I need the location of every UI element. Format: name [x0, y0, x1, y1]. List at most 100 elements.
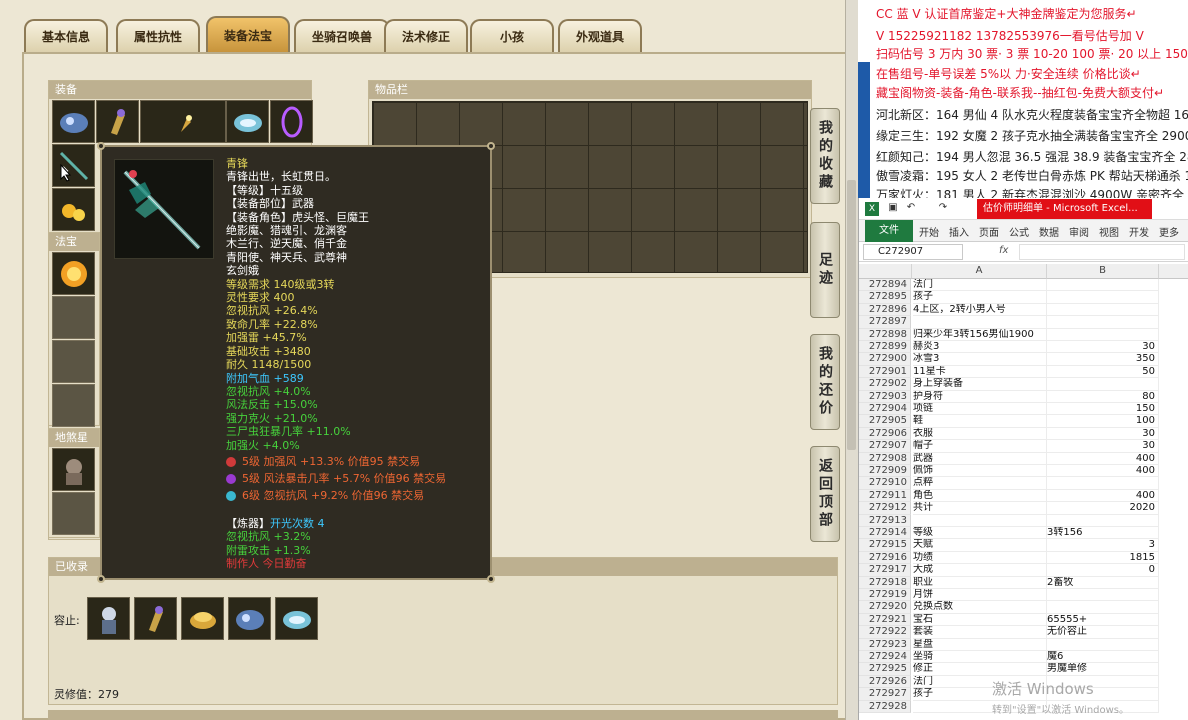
- cell-a[interactable]: 套装: [913, 626, 1047, 639]
- cell-b[interactable]: 400: [1047, 465, 1159, 478]
- cell-b[interactable]: 1815: [1047, 551, 1159, 565]
- row-number[interactable]: 272909: [859, 465, 911, 478]
- cell-a[interactable]: 兑换点数: [913, 601, 1047, 614]
- ribbon-tab-review[interactable]: 审阅: [1069, 224, 1089, 239]
- cell-a[interactable]: 功绩: [913, 551, 1047, 565]
- column-header-b[interactable]: B: [1047, 264, 1159, 279]
- row-number[interactable]: 272911: [859, 489, 911, 503]
- equip-slot-hat[interactable]: [52, 100, 95, 143]
- cell-b[interactable]: 65555+: [1047, 613, 1159, 627]
- name-box[interactable]: C272907: [863, 244, 963, 260]
- equip-slot-character[interactable]: [140, 100, 226, 143]
- back-to-top-button[interactable]: 返回顶部: [810, 446, 840, 542]
- cell-b[interactable]: 无价容止: [1047, 626, 1159, 639]
- talisman-slot-1[interactable]: [52, 448, 95, 491]
- collected-item-1[interactable]: [87, 597, 130, 640]
- row-number[interactable]: 272920: [859, 601, 911, 614]
- cell-b[interactable]: 魔6: [1047, 651, 1159, 664]
- cell-a[interactable]: 职业: [913, 576, 1047, 589]
- cell-b[interactable]: 3: [1047, 539, 1159, 552]
- row-number[interactable]: 272902: [859, 378, 911, 391]
- row-number[interactable]: 272906: [859, 427, 911, 441]
- undo-icon[interactable]: ↶: [905, 202, 917, 214]
- collected-item-4[interactable]: [228, 597, 271, 640]
- cell-a[interactable]: 佩饰: [913, 465, 1047, 478]
- cell-a[interactable]: 项链: [913, 403, 1047, 416]
- cell-a[interactable]: 孩子: [913, 291, 1047, 304]
- row-number[interactable]: 272916: [859, 551, 911, 565]
- row-number[interactable]: 272912: [859, 502, 911, 515]
- cell-a[interactable]: 帽子: [913, 440, 1047, 453]
- row-number[interactable]: 272901: [859, 365, 911, 379]
- equip-slot-weapon[interactable]: [52, 144, 95, 187]
- row-number[interactable]: 272907: [859, 440, 911, 453]
- cell-a[interactable]: 星盘: [913, 638, 1047, 651]
- cell-b[interactable]: [1047, 638, 1159, 651]
- magic-slot-1[interactable]: [52, 252, 95, 295]
- row-number[interactable]: 272905: [859, 415, 911, 428]
- tab-attributes[interactable]: 属性抗性: [116, 19, 200, 52]
- row-number[interactable]: 272897: [859, 316, 911, 329]
- collected-item-5[interactable]: [275, 597, 318, 640]
- cell-b[interactable]: 400: [1047, 489, 1159, 503]
- magic-slot-2[interactable]: [52, 296, 95, 339]
- my-counter-offer-button[interactable]: 我的还价: [810, 334, 840, 430]
- cell-b[interactable]: 2畜牧: [1047, 576, 1159, 589]
- cell-a[interactable]: [913, 316, 1047, 329]
- save-icon[interactable]: ▣: [887, 202, 899, 214]
- fx-icon[interactable]: fx: [999, 245, 1008, 256]
- cell-a[interactable]: 赫炎3: [913, 341, 1047, 354]
- cell-a[interactable]: 天赋: [913, 539, 1047, 552]
- cell-b[interactable]: [1047, 378, 1159, 391]
- cell-a[interactable]: 等级: [913, 527, 1047, 540]
- column-header-a[interactable]: A: [912, 264, 1047, 279]
- cell-a[interactable]: 衣服: [913, 427, 1047, 441]
- tab-mounts[interactable]: 坐骑召唤兽: [294, 19, 390, 52]
- row-number[interactable]: 272917: [859, 564, 911, 577]
- footprint-button[interactable]: 足迹: [810, 222, 840, 318]
- cell-a[interactable]: 鞋: [913, 415, 1047, 428]
- cell-b[interactable]: 0: [1047, 564, 1159, 577]
- row-number[interactable]: 272918: [859, 576, 911, 589]
- collected-item-3[interactable]: [181, 597, 224, 640]
- cell-b[interactable]: [1047, 477, 1159, 490]
- formula-input[interactable]: [1019, 244, 1185, 260]
- cell-b[interactable]: 400: [1047, 452, 1159, 465]
- row-number[interactable]: 272904: [859, 403, 911, 416]
- tab-equipment[interactable]: 装备法宝: [206, 16, 290, 52]
- column-header-c[interactable]: [1159, 264, 1188, 279]
- cell-b[interactable]: 100: [1047, 415, 1159, 428]
- cell-a[interactable]: 大成: [913, 564, 1047, 577]
- cell-a[interactable]: 武器: [913, 452, 1047, 465]
- cell-a[interactable]: 修正: [913, 663, 1047, 676]
- cell-a[interactable]: 归来少年3转156男仙1900: [913, 328, 1047, 341]
- cell-b[interactable]: 2020: [1047, 502, 1159, 515]
- row-number[interactable]: 272925: [859, 663, 911, 676]
- row-number[interactable]: 272913: [859, 514, 911, 527]
- ribbon-tab-file[interactable]: 文件: [865, 220, 913, 242]
- cell-b[interactable]: 3转156: [1047, 527, 1159, 540]
- cell-b[interactable]: [1047, 514, 1159, 527]
- row-number[interactable]: 272927: [859, 688, 911, 701]
- ribbon-tab-view[interactable]: 视图: [1099, 224, 1119, 239]
- ribbon-tab-home[interactable]: 开始: [919, 224, 939, 239]
- cell-b[interactable]: 男魔单修: [1047, 663, 1159, 676]
- cell-b[interactable]: 150: [1047, 403, 1159, 416]
- equip-slot-amulet[interactable]: [96, 100, 139, 143]
- cell-b[interactable]: [1047, 291, 1159, 304]
- row-number[interactable]: 272894: [859, 279, 911, 292]
- row-number[interactable]: 272926: [859, 675, 911, 689]
- cell-a[interactable]: 11星卡: [913, 365, 1047, 379]
- cell-a[interactable]: 宝石: [913, 613, 1047, 627]
- ribbon-tab-developer[interactable]: 开发: [1129, 224, 1149, 239]
- row-number[interactable]: 272898: [859, 328, 911, 341]
- cell-a[interactable]: 月饼: [913, 589, 1047, 602]
- equip-slot-accessory[interactable]: [52, 188, 95, 231]
- ribbon-tab-formula[interactable]: 公式: [1009, 224, 1029, 239]
- collected-item-2[interactable]: [134, 597, 177, 640]
- tab-basic-info[interactable]: 基本信息: [24, 19, 108, 52]
- cell-b[interactable]: 350: [1047, 353, 1159, 366]
- row-number[interactable]: 272915: [859, 539, 911, 552]
- cell-b[interactable]: [1047, 303, 1159, 317]
- cell-a[interactable]: 坐骑: [913, 651, 1047, 664]
